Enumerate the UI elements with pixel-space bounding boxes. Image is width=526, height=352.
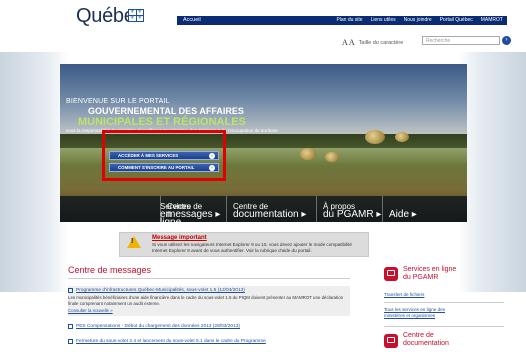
fleur-cell: ⚜ (136, 15, 143, 21)
hay-bale (325, 152, 339, 162)
hero-municipal: MUNICIPALES ET RÉGIONALES (78, 116, 246, 128)
all-services-link[interactable]: Tous les services en ligne des ministère… (384, 307, 464, 318)
message-title[interactable]: PES Compensations - Début du chargement … (76, 324, 240, 329)
hay-bale (300, 148, 316, 160)
portail-quebec-link[interactable]: Portail Québec (440, 16, 473, 25)
accueil-link[interactable]: Accueil (183, 16, 201, 25)
message-head[interactable]: Programme d'infrastructures Québec-Munic… (68, 288, 350, 293)
search-input[interactable]: Recherche (422, 36, 500, 45)
nav-services-en-ligne[interactable]: Services en ligne ▸ (60, 196, 191, 236)
warning-icon (127, 236, 141, 248)
plan-du-site-link[interactable]: Plan du site (336, 16, 362, 25)
message-head[interactable]: Fermeture du sous-volet 2.4 et lancement… (68, 339, 350, 344)
main-navigation: Services en ligne ▸ Centre de messages ▸… (60, 196, 467, 236)
divider (384, 302, 504, 303)
expand-icon[interactable] (68, 339, 73, 344)
utility-links: Plan du site Liens utiles Nous joindre P… (336, 16, 503, 25)
documentation-icon (384, 334, 398, 348)
expand-icon[interactable] (68, 324, 73, 329)
warning-mark: ! (131, 238, 134, 245)
nav-line2: documentation ▸ (233, 209, 307, 220)
highlight-annotation-box (102, 130, 226, 181)
search-go-icon[interactable]: › (502, 36, 511, 45)
doc-title[interactable]: Centre de (403, 332, 434, 339)
notice-text: Si vous utilisez les navigateurs Interne… (152, 242, 352, 253)
services-online-icon (384, 267, 398, 281)
nav-aide[interactable]: Aide ▸ (382, 196, 467, 222)
liens-utiles-link[interactable]: Liens utiles (371, 16, 396, 25)
messages-title: Centre de messages (68, 265, 152, 275)
message-head[interactable]: PES Compensations - Début du chargement … (68, 324, 350, 329)
services-title[interactable]: Services en ligne (403, 266, 456, 273)
message-title[interactable]: Fermeture du sous-volet 2.4 et lancement… (76, 339, 266, 344)
fleur-de-lis-flag-icon: ⚜ ⚜ ⚜ ⚜ (128, 9, 144, 22)
fleur-cell: ⚜ (129, 15, 136, 21)
expand-icon[interactable] (68, 288, 73, 293)
hay-bale (365, 130, 385, 144)
text-size-label[interactable]: Taille du caractère (359, 40, 404, 46)
nav-line2: Aide ▸ (389, 209, 417, 220)
important-notice: ! Message important Si vous utilisez les… (119, 232, 369, 257)
message-item: PES Compensations - Début du chargement … (68, 324, 350, 329)
message-body: Les municipalités bénéficiaires d'une ai… (68, 295, 344, 306)
top-nav-bar: Accueil Plan du site Liens utiles Nous j… (177, 16, 507, 25)
nav-centre-messages[interactable]: Centre de messages ▸ (160, 196, 226, 222)
message-item: Fermeture du sous-volet 2.4 et lancement… (68, 339, 350, 344)
divider (384, 326, 504, 327)
notice-title[interactable]: Message important (152, 235, 207, 241)
nav-line2: du PGAMR ▸ (323, 209, 382, 220)
message-item: Programme d'infrastructures Québec-Munic… (68, 286, 350, 317)
nav-line2: messages ▸ (167, 209, 221, 220)
hero-gov: GOUVERNEMENTAL DES AFFAIRES (88, 106, 244, 116)
nous-joindre-link[interactable]: Nous joindre (404, 16, 432, 25)
doc-title-2[interactable]: documentation (403, 340, 449, 347)
text-size-icon[interactable]: A A (342, 38, 355, 47)
message-title[interactable]: Programme d'infrastructures Québec-Munic… (76, 288, 245, 293)
hero-welcome: BIENVENUE SUR LE PORTAIL (66, 98, 170, 105)
nav-centre-documentation[interactable]: Centre de documentation ▸ (226, 196, 316, 222)
nav-a-propos[interactable]: À propos du PGAMR ▸ (316, 196, 382, 222)
services-title-2[interactable]: du PGAMR (403, 274, 438, 281)
divider (68, 278, 350, 279)
transfer-files-link[interactable]: Transfert de fichiers (384, 292, 424, 297)
hay-bale (395, 132, 409, 142)
mamrot-link[interactable]: MAMROT (481, 16, 503, 25)
accessibility-tools: A A Taille du caractère (342, 38, 403, 47)
read-more-link[interactable]: Consulter la nouvelle » (68, 308, 350, 313)
